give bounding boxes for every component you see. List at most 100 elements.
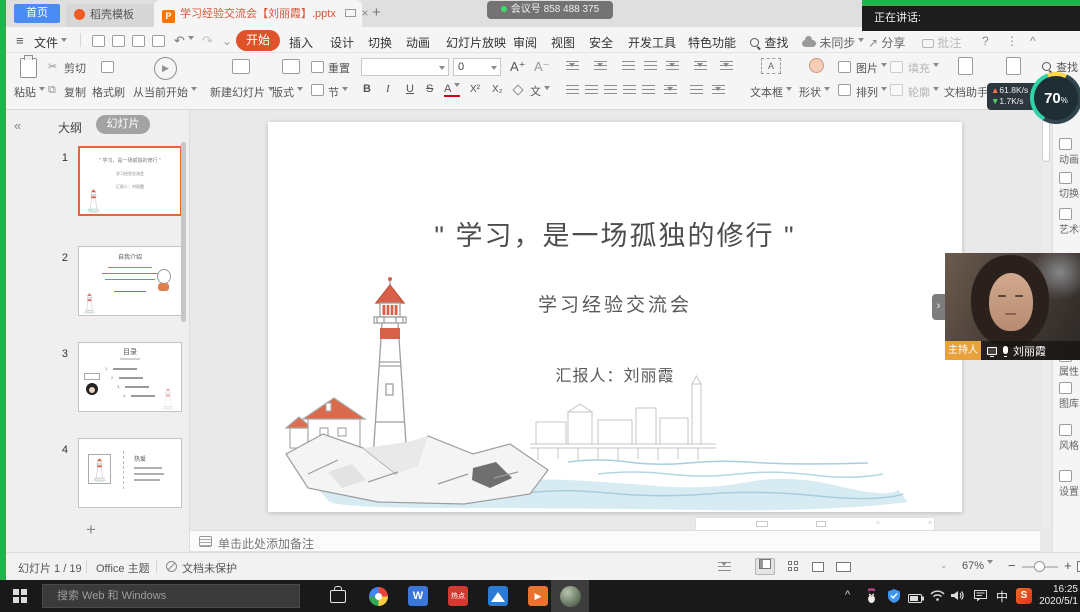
- fill-button[interactable]: 填充: [908, 60, 939, 76]
- section-icon[interactable]: [311, 84, 324, 96]
- rail-gallery[interactable]: 图库: [1059, 382, 1080, 410]
- shrink-font-button[interactable]: A⁻: [534, 59, 550, 75]
- menu-tab-devtools[interactable]: 开发工具: [628, 34, 676, 51]
- clear-format-icon[interactable]: [512, 84, 523, 95]
- ime-indicator[interactable]: 中: [996, 588, 1008, 605]
- tab-outline[interactable]: 大纲: [58, 119, 82, 136]
- align-right-icon[interactable]: [604, 85, 617, 95]
- menu-tab-animation[interactable]: 动画: [406, 34, 430, 51]
- accelerator-ball[interactable]: 70%: [1030, 72, 1080, 124]
- slide-thumbnail-3[interactable]: 目录 1. 2. 3. 4.: [78, 342, 182, 412]
- zoom-out-button[interactable]: −: [1008, 558, 1016, 573]
- menu-tab-slide-show[interactable]: 幻灯片放映: [446, 34, 506, 51]
- collapse-panel-icon[interactable]: «: [14, 118, 21, 133]
- rail-animation[interactable]: 动画: [1059, 138, 1080, 166]
- floating-tool-icon[interactable]: ^: [876, 520, 880, 529]
- menu-tab-design[interactable]: 设计: [330, 34, 354, 51]
- slide-sorter-icon[interactable]: [788, 561, 798, 571]
- decrease-indent-icon[interactable]: [622, 61, 635, 71]
- menu-tab-insert[interactable]: 插入: [289, 34, 313, 51]
- copy-icon[interactable]: ⧉: [48, 84, 56, 97]
- font-name-combobox[interactable]: [361, 58, 449, 76]
- slideshow-icon[interactable]: [836, 562, 851, 572]
- outline-button[interactable]: 轮廓: [908, 84, 939, 100]
- projector-icon[interactable]: [345, 9, 356, 17]
- align-left-icon[interactable]: [566, 85, 579, 95]
- zoom-preset-caret-icon[interactable]: ⌄: [940, 560, 948, 571]
- menu-tab-review[interactable]: 审阅: [513, 34, 537, 51]
- taskbar-search-input[interactable]: [42, 584, 300, 608]
- menu-tab-view[interactable]: 视图: [551, 34, 575, 51]
- play-from-current-button[interactable]: 从当前开始: [133, 84, 197, 100]
- underline-button[interactable]: U: [406, 83, 414, 95]
- floating-tool-icon[interactable]: [816, 521, 826, 527]
- menu-tab-transition[interactable]: 切换: [368, 34, 392, 51]
- new-slide-icon[interactable]: [232, 59, 250, 74]
- menu-file[interactable]: 文件: [34, 34, 67, 51]
- battery-icon[interactable]: [908, 592, 924, 606]
- volume-icon[interactable]: [951, 590, 965, 605]
- more-menu-icon[interactable]: ⋮: [1006, 34, 1018, 48]
- zoom-level[interactable]: 67%: [962, 560, 993, 572]
- rail-style[interactable]: 风格: [1059, 424, 1080, 452]
- arrange-icon[interactable]: [838, 84, 851, 96]
- format-painter-button[interactable]: 格式刷: [92, 84, 125, 100]
- floating-tool-icon[interactable]: [756, 521, 768, 527]
- add-slide-button[interactable]: +: [86, 520, 96, 540]
- tab-home[interactable]: 首页: [14, 4, 60, 23]
- help-icon[interactable]: ?: [982, 34, 989, 48]
- share-button[interactable]: ↗ 分享: [868, 34, 905, 51]
- taskbar-app-wps[interactable]: W: [398, 580, 438, 612]
- present-assistant-icon[interactable]: [1006, 57, 1021, 75]
- comment-button[interactable]: 批注: [922, 34, 961, 51]
- protection-status[interactable]: 文档未保护: [182, 560, 237, 576]
- increase-indent-icon[interactable]: [644, 61, 657, 71]
- menu-tab-security[interactable]: 安全: [589, 34, 613, 51]
- outline-icon[interactable]: [890, 84, 903, 96]
- clock[interactable]: 16:252020/5/1: [1038, 584, 1078, 608]
- zoom-slider-handle[interactable]: [1034, 561, 1045, 572]
- notification-icon[interactable]: [974, 590, 987, 605]
- slide-thumbnail-4[interactable]: 热爱: [78, 438, 182, 508]
- bullet-list-icon[interactable]: [566, 61, 579, 71]
- fill-icon[interactable]: [890, 61, 903, 73]
- slide-thumbnail-2[interactable]: 自我介绍: [78, 246, 182, 316]
- shape-icon[interactable]: [809, 58, 824, 73]
- rail-settings[interactable]: 设置: [1059, 470, 1080, 498]
- rail-wordart[interactable]: 艺术字: [1059, 208, 1080, 236]
- undo-icon[interactable]: ↶: [174, 33, 194, 49]
- subscript-button[interactable]: X₂: [492, 84, 503, 95]
- numbered-list-icon[interactable]: [594, 61, 607, 71]
- menu-tab-features[interactable]: 特色功能: [688, 34, 736, 51]
- print-icon[interactable]: [112, 35, 125, 47]
- textbox-icon[interactable]: A: [761, 58, 781, 74]
- taskbar-app-cloud[interactable]: [478, 580, 518, 612]
- move-para-down-icon[interactable]: [712, 85, 725, 95]
- tray-expand-icon[interactable]: ^: [845, 589, 850, 601]
- arrange-button[interactable]: 排列: [856, 84, 887, 100]
- panel-scrollbar[interactable]: [181, 142, 186, 322]
- rail-transition[interactable]: 切换: [1059, 172, 1080, 200]
- cut-icon[interactable]: ✂: [48, 60, 57, 73]
- paragraph-settings-icon[interactable]: [694, 61, 707, 71]
- move-para-up-icon[interactable]: [690, 85, 703, 95]
- redo-icon[interactable]: ↷: [202, 33, 213, 49]
- strikethrough-button[interactable]: S: [426, 83, 433, 95]
- print-preview-icon[interactable]: [152, 35, 165, 47]
- bold-button[interactable]: B: [363, 83, 371, 95]
- grow-font-button[interactable]: A⁺: [510, 59, 526, 75]
- save-icon[interactable]: [92, 35, 105, 47]
- start-button[interactable]: [0, 580, 40, 612]
- menu-find[interactable]: 查找: [750, 34, 788, 51]
- shape-button[interactable]: 形状: [799, 84, 830, 100]
- tab-slides[interactable]: 幻灯片: [96, 115, 150, 134]
- reset-button[interactable]: 重置: [328, 60, 350, 76]
- line-spacing-icon[interactable]: [664, 85, 677, 95]
- menu-tab-home[interactable]: 开始: [236, 30, 280, 51]
- floating-tool-icon[interactable]: ^: [928, 520, 932, 529]
- align-center-icon[interactable]: [585, 85, 598, 95]
- theme-name[interactable]: Office 主题: [96, 560, 150, 576]
- more-commands-icon[interactable]: ⌄: [222, 34, 232, 48]
- new-tab-button[interactable]: +: [372, 4, 381, 21]
- sogou-icon[interactable]: S: [1016, 588, 1032, 604]
